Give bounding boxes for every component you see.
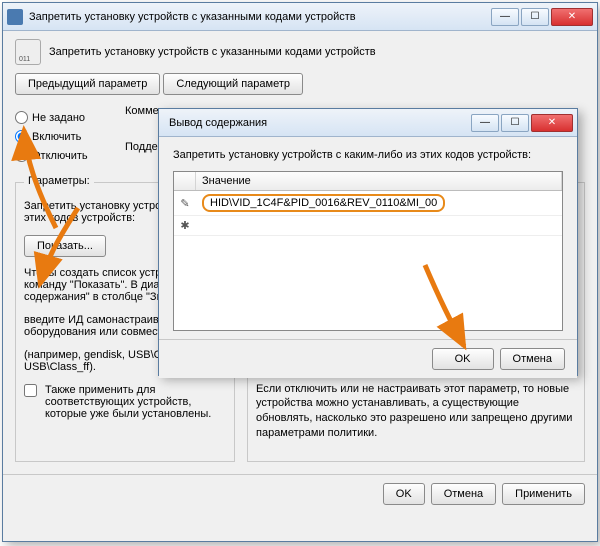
value-highlight: HID\VID_1C4F&PID_0016&REV_0110&MI_00 [202, 194, 445, 212]
prev-setting-button[interactable]: Предыдущий параметр [15, 73, 160, 95]
next-setting-button[interactable]: Следующий параметр [163, 73, 303, 95]
radio-enable-label: Включить [32, 131, 81, 143]
main-ok-button[interactable]: OK [383, 483, 425, 505]
main-titlebar: Запретить установку устройств с указанны… [3, 3, 597, 31]
dialog-maximize-button[interactable] [501, 114, 529, 132]
radio-disable[interactable]: Отключить [15, 149, 105, 162]
dialog-body: Запретить установку устройств с каким-ли… [159, 137, 577, 339]
dialog-titlebar: Вывод содержания [159, 109, 577, 137]
dialog-prompt: Запретить установку устройств с каким-ли… [173, 149, 563, 161]
edit-icon: ✎ [174, 194, 196, 213]
show-button[interactable]: Показать... [24, 235, 106, 257]
main-apply-button[interactable]: Применить [502, 483, 585, 505]
dialog-close-button[interactable] [531, 114, 573, 132]
dialog-cancel-button[interactable]: Отмена [500, 348, 565, 370]
header-value-col: Значение [196, 172, 562, 190]
minimize-button[interactable] [491, 8, 519, 26]
radio-enable-input[interactable] [15, 130, 28, 143]
policy-icon [7, 9, 23, 25]
main-title: Запретить установку устройств с указанны… [29, 11, 489, 23]
close-button[interactable] [551, 8, 593, 26]
state-radios: Не задано Включить Отключить [15, 105, 105, 168]
params-group-title: Параметры: [24, 175, 94, 187]
value-row-1[interactable]: ✎ HID\VID_1C4F&PID_0016&REV_0110&MI_00 [174, 191, 562, 216]
value-list[interactable]: Значение ✎ HID\VID_1C4F&PID_0016&REV_011… [173, 171, 563, 331]
section-title: Запретить установку устройств с указанны… [49, 46, 376, 58]
nav-buttons: Предыдущий параметр Следующий параметр [15, 73, 585, 95]
also-apply-checkbox-input[interactable] [24, 384, 37, 397]
section-icon [15, 39, 41, 65]
dialog-minimize-button[interactable] [471, 114, 499, 132]
header-icon-col [174, 172, 196, 190]
dialog-title: Вывод содержания [163, 117, 469, 129]
radio-disable-input[interactable] [15, 149, 28, 162]
value-cell-1[interactable]: HID\VID_1C4F&PID_0016&REV_0110&MI_00 [196, 191, 562, 215]
dialog-footer: OK Отмена [159, 339, 577, 378]
radio-not-set-input[interactable] [15, 111, 28, 124]
content-dialog: Вывод содержания Запретить установку уст… [158, 108, 578, 376]
main-footer: OK Отмена Применить [3, 474, 597, 513]
radio-not-set-label: Не задано [32, 112, 85, 124]
radio-disable-label: Отключить [32, 150, 88, 162]
also-apply-label: Также применить для соответствующих устр… [45, 384, 226, 420]
maximize-button[interactable] [521, 8, 549, 26]
section-header: Запретить установку устройств с указанны… [15, 39, 585, 65]
radio-not-set[interactable]: Не задано [15, 111, 105, 124]
dialog-ok-button[interactable]: OK [432, 348, 494, 370]
radio-enable[interactable]: Включить [15, 130, 105, 143]
also-apply-checkbox[interactable]: Также применить для соответствующих устр… [24, 384, 226, 420]
value-row-new[interactable]: ✱ [174, 216, 562, 236]
main-cancel-button[interactable]: Отмена [431, 483, 496, 505]
value-cell-new[interactable] [196, 223, 562, 229]
help-p2: Если отключить или не настраивать этот п… [256, 382, 576, 441]
new-row-icon: ✱ [174, 216, 196, 235]
value-list-header: Значение [174, 172, 562, 191]
